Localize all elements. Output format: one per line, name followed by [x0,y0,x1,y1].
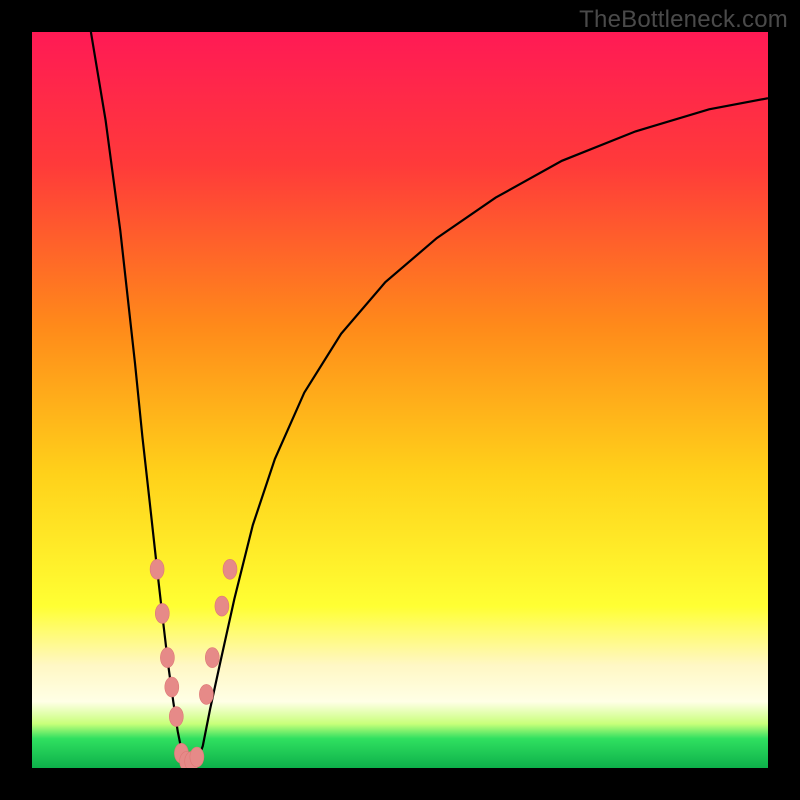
chart-frame: TheBottleneck.com [0,0,800,800]
marker-group [150,559,237,768]
data-marker [215,596,229,616]
data-marker [223,559,237,579]
chart-svg [32,32,768,768]
data-marker [169,707,183,727]
data-marker [165,677,179,697]
curve-right-branch [198,98,768,760]
data-marker [199,684,213,704]
watermark-text: TheBottleneck.com [579,6,788,34]
plot-area [32,32,768,768]
data-marker [160,648,174,668]
data-marker [190,747,204,767]
data-marker [205,648,219,668]
data-marker [155,603,169,623]
data-marker [150,559,164,579]
